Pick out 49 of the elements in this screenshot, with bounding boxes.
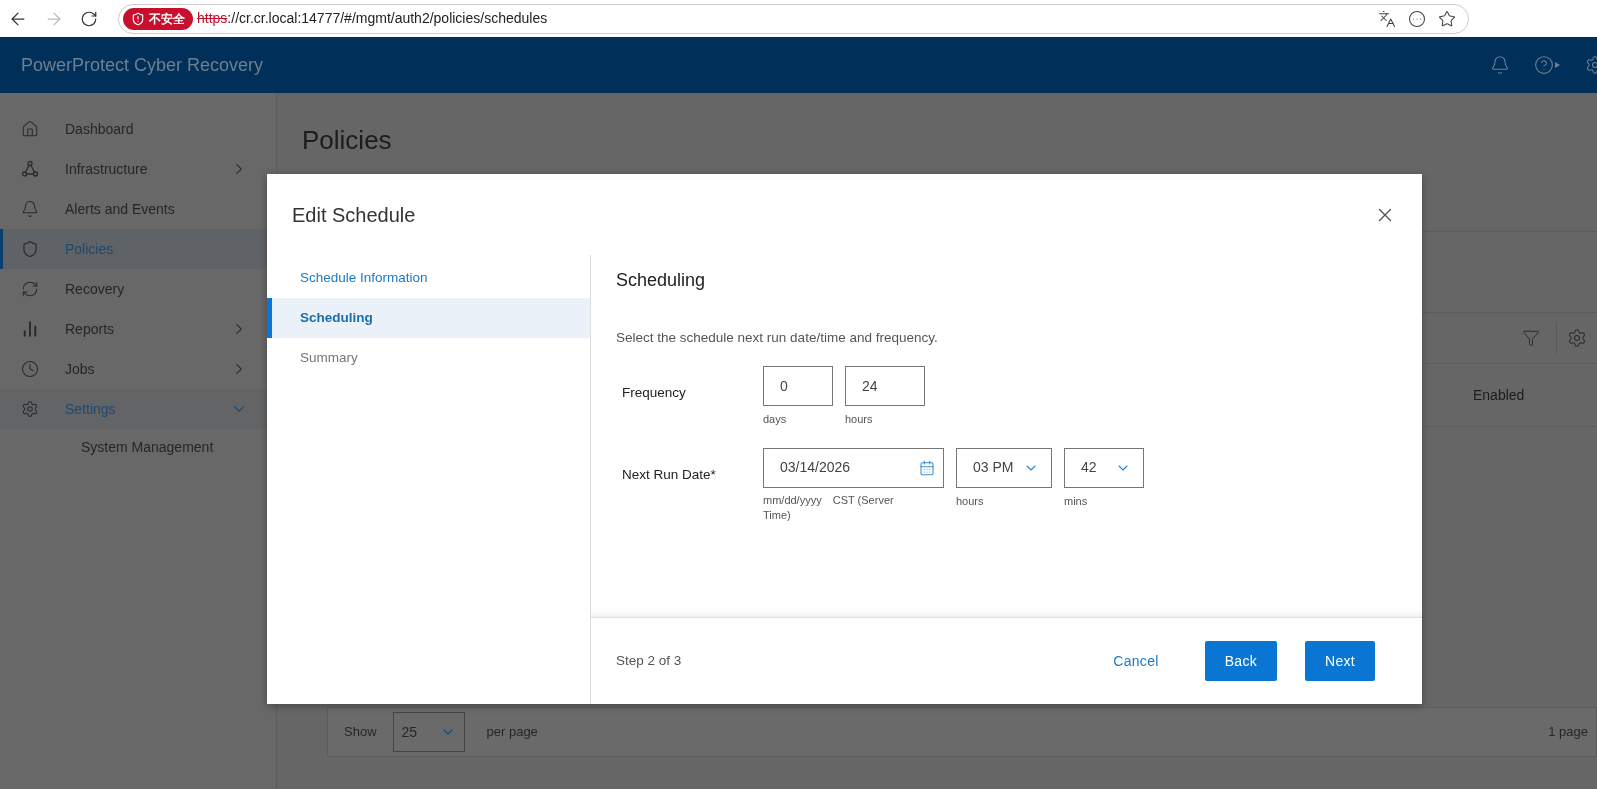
translate-icon[interactable] [1378,9,1396,28]
unit-label: days [763,412,788,428]
network-icon [21,160,39,178]
shield-icon [21,240,39,258]
next-run-date-label: Next Run Date* [621,465,717,484]
reload-icon[interactable] [80,9,98,28]
home-icon [21,120,39,138]
notifications-icon[interactable] [1490,55,1510,75]
section-title: Scheduling [616,269,707,292]
frequency-input[interactable]: 0 [763,366,833,407]
sidebar-item[interactable]: Dashboard [0,109,276,149]
wizard-button[interactable]: Back [1204,641,1277,681]
date-hint: mm/dd/yyyy CST (Server Time) [763,492,895,523]
page-size-select[interactable]: 25 [392,712,465,752]
unit-label: hours [956,493,985,509]
time-select[interactable]: 42 [1064,447,1144,488]
show-label: Show [344,723,377,742]
cancel-button[interactable]: Cancel [1099,641,1173,681]
settings-icon [21,400,39,418]
sidebar-item[interactable]: Infrastructure [0,149,276,189]
wizard-step[interactable]: Scheduling [267,298,590,338]
dialog-title: Edit Schedule [292,202,416,228]
step-indicator: Step 2 of 3 [616,651,682,670]
clock-icon [21,360,39,378]
more-icon[interactable] [1408,9,1426,28]
refresh-icon [21,280,39,298]
page-title: Policies [302,124,392,157]
calendar-icon[interactable] [919,459,935,476]
bell-icon [21,200,39,218]
url-text: https://cr.cr.local:14777/#/mgmt/auth2/policies/schedules [197,9,548,28]
page-count: 1 page [1548,723,1588,742]
time-select[interactable]: 03 PM [956,447,1052,488]
frequency-input[interactable]: 24 [845,366,925,407]
date-field[interactable]: 03/14/2026 [763,447,944,488]
help-icon[interactable] [1534,55,1561,75]
per-page-label: per page [486,723,538,742]
settings-icon[interactable] [1567,328,1587,348]
sidebar-item[interactable]: Alerts and Events [0,189,276,229]
app-title: PowerProtect Cyber Recovery [21,53,264,77]
table-cell-text: Enabled [1473,385,1525,405]
frequency-label: Frequency [621,384,687,403]
insecure-badge[interactable]: 不安全 [123,7,193,30]
unit-label: hours [845,412,874,428]
section-description: Select the schedule next run date/time and frequency. [616,329,939,347]
bar-chart-icon [21,320,39,338]
wizard-button[interactable]: Next [1305,641,1375,681]
unit-label: mins [1064,493,1089,509]
filter-icon[interactable] [1522,329,1540,347]
favorite-icon[interactable] [1438,9,1456,28]
